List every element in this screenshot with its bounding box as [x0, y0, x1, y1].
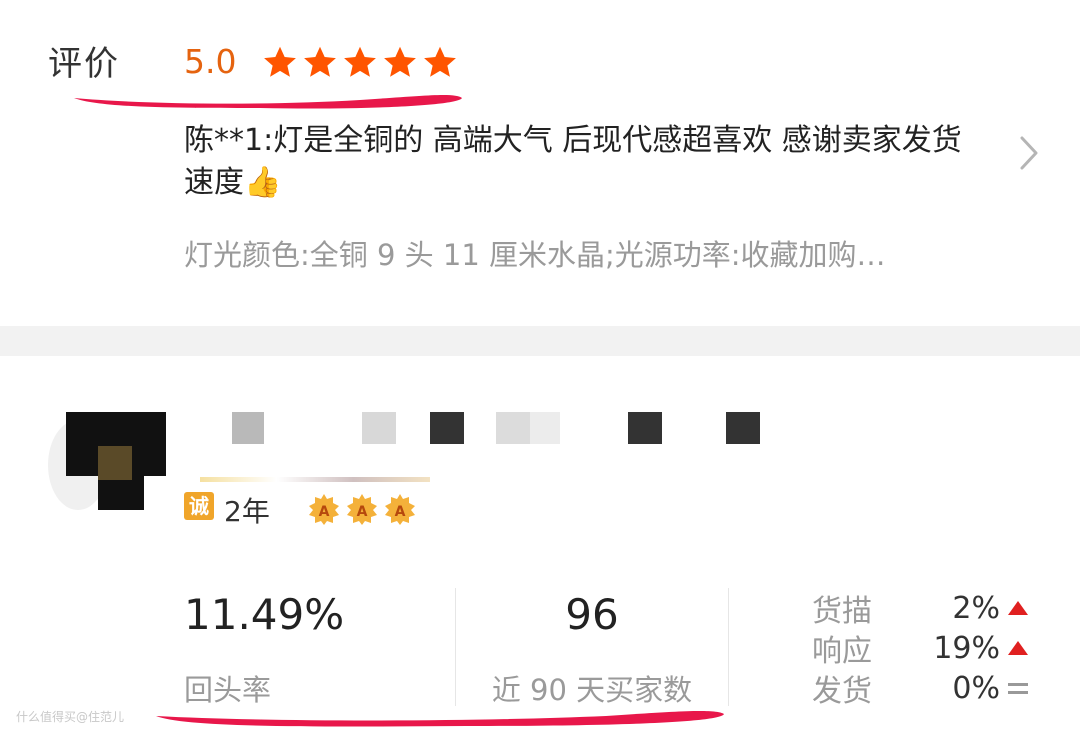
svg-text:A: A [395, 504, 406, 520]
review-score: 5.0 [184, 42, 237, 81]
shop-years: 2年 [224, 495, 270, 528]
watermark: 什么值得买@住范儿 [16, 710, 125, 724]
chevron-right-icon[interactable] [1018, 134, 1040, 176]
trend-up-icon [1008, 601, 1028, 615]
review-spec-text: 灯光颜色:全铜 9 头 11 厘米水晶;光源功率:收藏加购… [184, 238, 886, 272]
star-icon [424, 46, 456, 77]
rating-row-description: 货描 2% [812, 588, 1028, 629]
rating-value: 19% [933, 630, 1000, 666]
annotation-underline [74, 94, 462, 109]
star-icon [304, 46, 336, 77]
svg-text:A: A [319, 504, 330, 520]
crown-icon: A [385, 494, 415, 525]
stat-divider [728, 588, 729, 706]
rating-value: 0% [952, 670, 1000, 706]
trend-equal-icon [1008, 682, 1028, 694]
crown-icon: A [347, 494, 377, 525]
buyers-count-value: 96 [565, 590, 619, 639]
review-comment-text: 陈**1:灯是全铜的 高端大气 后现代感超喜欢 感谢卖家发货速度 [184, 123, 962, 200]
buyers-count-label: 近 90 天买家数 [491, 673, 693, 707]
trust-badge: 诚 [184, 492, 214, 520]
rating-value: 2% [952, 590, 1000, 626]
rating-label: 货描 [812, 594, 872, 629]
review-section-title: 评价 [48, 44, 120, 84]
star-icon [384, 46, 416, 77]
review-comment[interactable]: 陈**1:灯是全铜的 高端大气 后现代感超喜欢 感谢卖家发货速度👍 [184, 120, 974, 204]
rating-label: 发货 [812, 674, 872, 709]
dsr-ratings: 货描 2% 响应 19% 发货 0% [812, 588, 1028, 709]
trend-up-icon [1008, 641, 1028, 655]
star-icon [344, 46, 376, 77]
shop-avatar[interactable] [48, 412, 166, 510]
repurchase-rate-value: 11.49% [184, 590, 345, 639]
svg-text:A: A [357, 504, 368, 520]
rating-row-response: 响应 19% [812, 628, 1028, 669]
rating-row-shipping: 发货 0% [812, 668, 1028, 709]
rating-label: 响应 [812, 634, 872, 669]
shop-level-badges: A A A [306, 492, 418, 526]
star-icon [264, 46, 296, 77]
rating-stars [262, 44, 458, 80]
thumbs-up-icon: 👍 [244, 165, 282, 200]
repurchase-rate-label: 回头率 [184, 673, 272, 707]
crown-icon: A [309, 494, 339, 525]
section-divider [0, 326, 1080, 356]
